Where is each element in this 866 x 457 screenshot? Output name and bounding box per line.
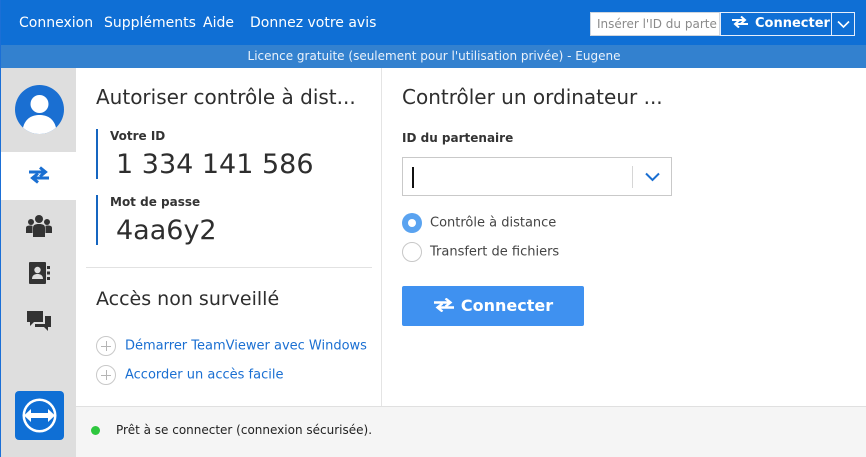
menu-feedback[interactable]: Donnez votre avis bbox=[250, 0, 376, 45]
menu-supplements[interactable]: Suppléments bbox=[104, 0, 196, 45]
unattended-access-title: Accès non surveillé bbox=[96, 288, 280, 310]
contacts-icon bbox=[29, 262, 50, 284]
start-with-windows-label: Démarrer TeamViewer avec Windows bbox=[125, 338, 367, 354]
connect-button[interactable]: Connecter bbox=[402, 286, 584, 326]
radio-file-transfer[interactable]: Transfert de fichiers bbox=[402, 242, 559, 262]
user-icon bbox=[22, 95, 57, 134]
menu-aide[interactable]: Aide bbox=[203, 0, 234, 45]
partner-id-quick-input[interactable]: Insérer l'ID du parte bbox=[590, 12, 720, 36]
status-bar: Prêt à se connecter (connexion sécurisée… bbox=[76, 406, 866, 457]
status-text: Prêt à se connecter (connexion sécurisée… bbox=[116, 423, 373, 437]
password-value[interactable]: 4aa6y2 bbox=[116, 215, 217, 247]
chevron-down-icon[interactable] bbox=[645, 172, 660, 182]
radio-remote-control[interactable]: Contrôle à distance bbox=[402, 213, 556, 233]
your-id-block: Votre ID 1 334 141 586 bbox=[96, 129, 314, 180]
password-block: Mot de passe 4aa6y2 bbox=[96, 195, 217, 247]
sidebar bbox=[1, 68, 76, 457]
your-id-label: Votre ID bbox=[110, 129, 166, 143]
start-with-windows-link[interactable]: Démarrer TeamViewer avec Windows bbox=[96, 336, 367, 356]
allow-remote-title: Autoriser contrôle à dist... bbox=[96, 85, 356, 109]
teamviewer-logo-icon bbox=[22, 398, 57, 433]
teamviewer-logo bbox=[15, 391, 64, 440]
status-indicator-icon bbox=[91, 426, 100, 435]
partner-id-input[interactable] bbox=[402, 157, 672, 196]
sidebar-item-meeting[interactable] bbox=[1, 200, 76, 248]
plus-circle-icon bbox=[96, 365, 116, 385]
your-id-value: 1 334 141 586 bbox=[116, 149, 314, 180]
group-icon bbox=[26, 215, 52, 237]
connect-button-label: Connecter bbox=[460, 296, 554, 315]
arrows-icon bbox=[433, 298, 454, 312]
top-connect-button[interactable]: Connecter bbox=[720, 12, 832, 36]
divider bbox=[86, 267, 372, 268]
grant-easy-access-link[interactable]: Accorder un accès facile bbox=[96, 365, 283, 385]
menu-bar: Connexion Suppléments Aide Donnez votre … bbox=[1, 0, 866, 45]
top-connect-label: Connecter bbox=[755, 16, 830, 31]
radio-file-transfer-label: Transfert de fichiers bbox=[430, 244, 560, 260]
chevron-down-icon bbox=[837, 20, 850, 29]
connect-dropdown-toggle[interactable] bbox=[831, 12, 855, 36]
partner-id-label: ID du partenaire bbox=[402, 131, 514, 145]
arrows-icon bbox=[29, 166, 49, 184]
text-cursor bbox=[412, 167, 414, 188]
chat-icon bbox=[27, 311, 51, 331]
input-divider bbox=[632, 166, 633, 188]
allow-remote-control-panel: Autoriser contrôle à dist... Votre ID 1 … bbox=[76, 68, 382, 406]
license-banner: Licence gratuite (seulement pour l'utili… bbox=[1, 45, 866, 68]
grant-easy-access-label: Accorder un accès facile bbox=[125, 367, 284, 383]
plus-circle-icon bbox=[96, 336, 116, 356]
sidebar-item-contacts[interactable] bbox=[1, 248, 76, 296]
teamviewer-window: Connexion Suppléments Aide Donnez votre … bbox=[0, 0, 866, 457]
sidebar-item-remote-control[interactable] bbox=[1, 152, 76, 200]
control-computer-title: Contrôler un ordinateur ... bbox=[402, 85, 663, 109]
arrows-icon bbox=[732, 16, 748, 28]
user-avatar[interactable] bbox=[15, 85, 64, 134]
control-computer-panel: Contrôler un ordinateur ... ID du parten… bbox=[382, 68, 866, 406]
radio-selected-indicator bbox=[402, 213, 422, 233]
radio-unselected-indicator bbox=[402, 242, 422, 262]
radio-remote-control-label: Contrôle à distance bbox=[430, 215, 557, 231]
password-label: Mot de passe bbox=[110, 195, 201, 209]
menu-connexion[interactable]: Connexion bbox=[19, 0, 93, 45]
sidebar-item-chat[interactable] bbox=[1, 296, 76, 344]
